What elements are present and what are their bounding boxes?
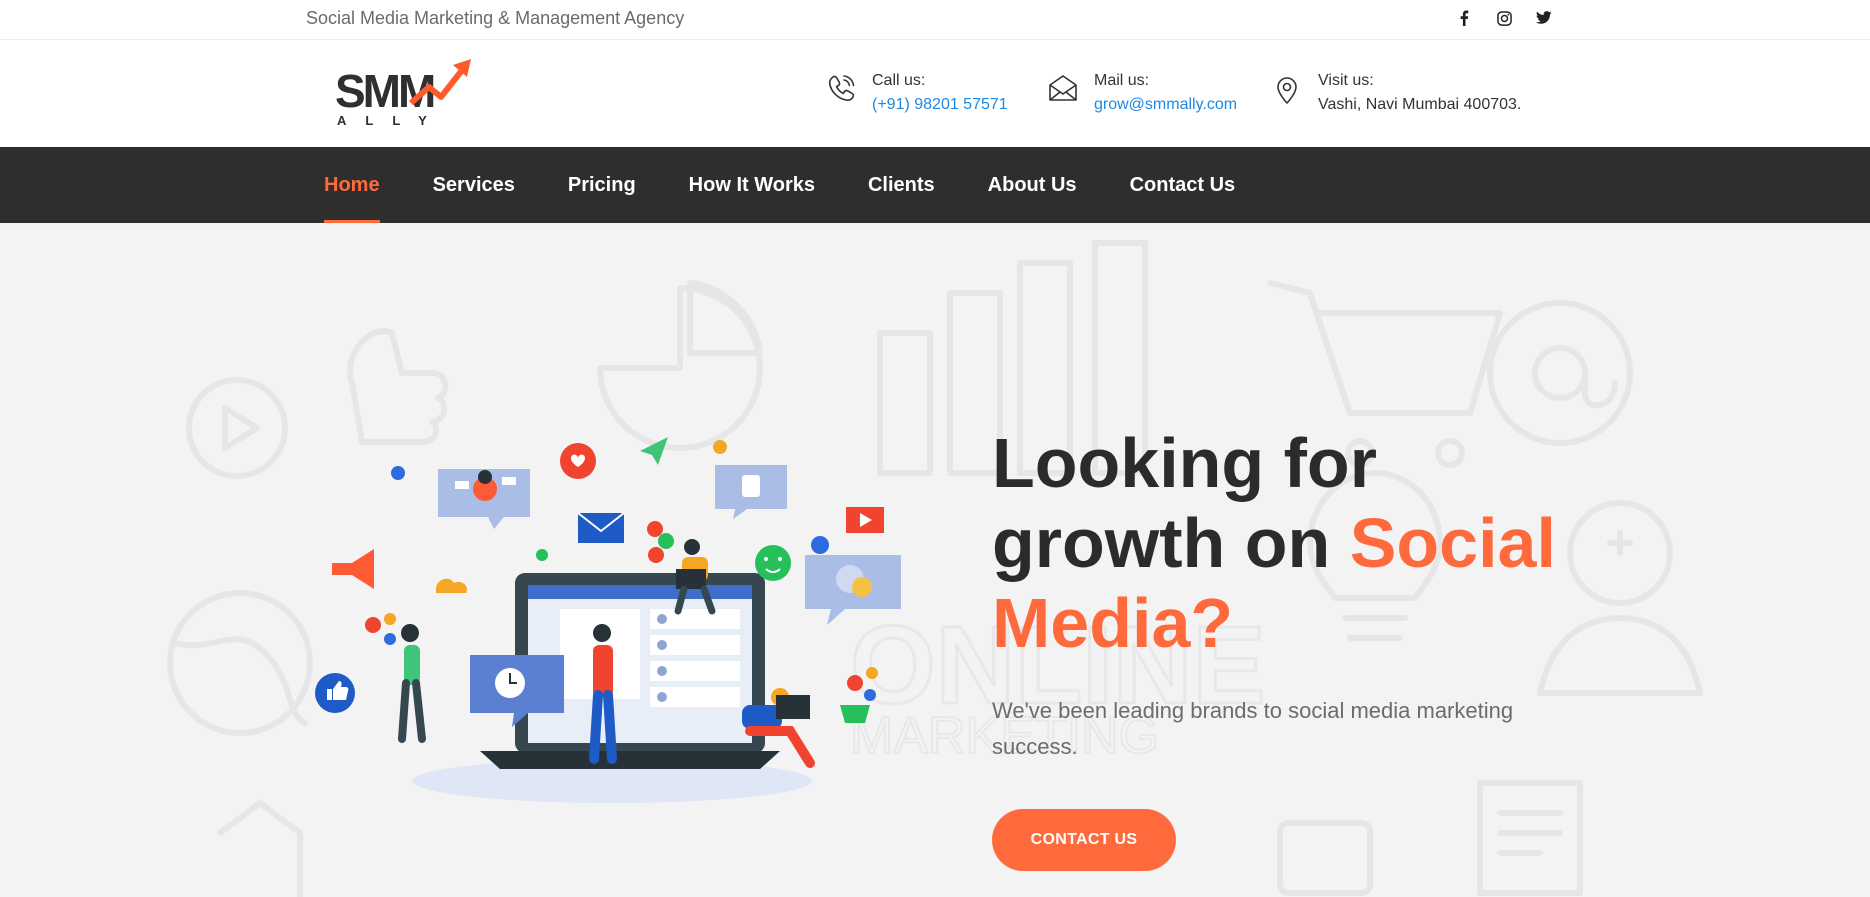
nav-item-about-us[interactable]: About Us [988,147,1077,223]
phone-icon [824,72,858,106]
call-us-block: Call us: (+91) 98201 57571 [824,70,1008,118]
nav-item-home[interactable]: Home [324,147,380,223]
address-text: Vashi, Navi Mumbai 400703. [1318,96,1522,113]
svg-text:SMM: SMM [335,65,434,117]
headline-line-2: growth on [992,504,1350,582]
hero-headline: Looking for growth on Social Media? [992,423,1592,663]
twitter-icon[interactable] [1535,8,1553,28]
mail-us-label: Mail us: [1094,72,1150,89]
nav-item-pricing[interactable]: Pricing [568,147,636,223]
visit-us-block: Visit us: Vashi, Navi Mumbai 400703. [1270,70,1521,118]
social-media-illustration [315,437,901,803]
email-link[interactable]: grow@smmally.com [1094,92,1237,118]
main-navigation: Home Services Pricing How It Works Clien… [0,147,1870,223]
nav-item-clients[interactable]: Clients [868,147,935,223]
headline-accent-media: Media? [992,584,1234,662]
location-pin-icon [1270,72,1304,106]
hero-subtext: We've been leading brands to social medi… [992,698,1514,759]
contact-us-button[interactable]: CONTACT US [992,809,1176,871]
mail-us-block: Mail us: grow@smmally.com [1046,70,1237,118]
nav-item-contact-us[interactable]: Contact Us [1130,147,1236,223]
facebook-icon[interactable] [1455,8,1473,28]
headline-line-1: Looking for [992,424,1377,502]
nav-item-services[interactable]: Services [433,147,515,223]
visit-us-label: Visit us: [1318,72,1374,89]
hero-section: ONLINE MARKETING Looking for growth on S… [0,223,1870,897]
instagram-icon[interactable] [1495,8,1513,28]
top-bar: Social Media Marketing & Management Agen… [0,0,1870,40]
social-links [1455,8,1553,28]
headline-accent-social: Social [1349,504,1556,582]
nav-item-how-it-works[interactable]: How It Works [689,147,815,223]
smm-ally-logo[interactable]: SMM ALLY [333,57,473,129]
envelope-icon [1046,72,1080,106]
agency-tagline: Social Media Marketing & Management Agen… [306,8,685,28]
call-us-label: Call us: [872,72,926,89]
svg-text:ALLY: ALLY [337,113,446,128]
site-header: SMM ALLY Call us: (+91) 98201 57571 Mail… [0,40,1870,147]
phone-number-link[interactable]: (+91) 98201 57571 [872,92,1008,118]
